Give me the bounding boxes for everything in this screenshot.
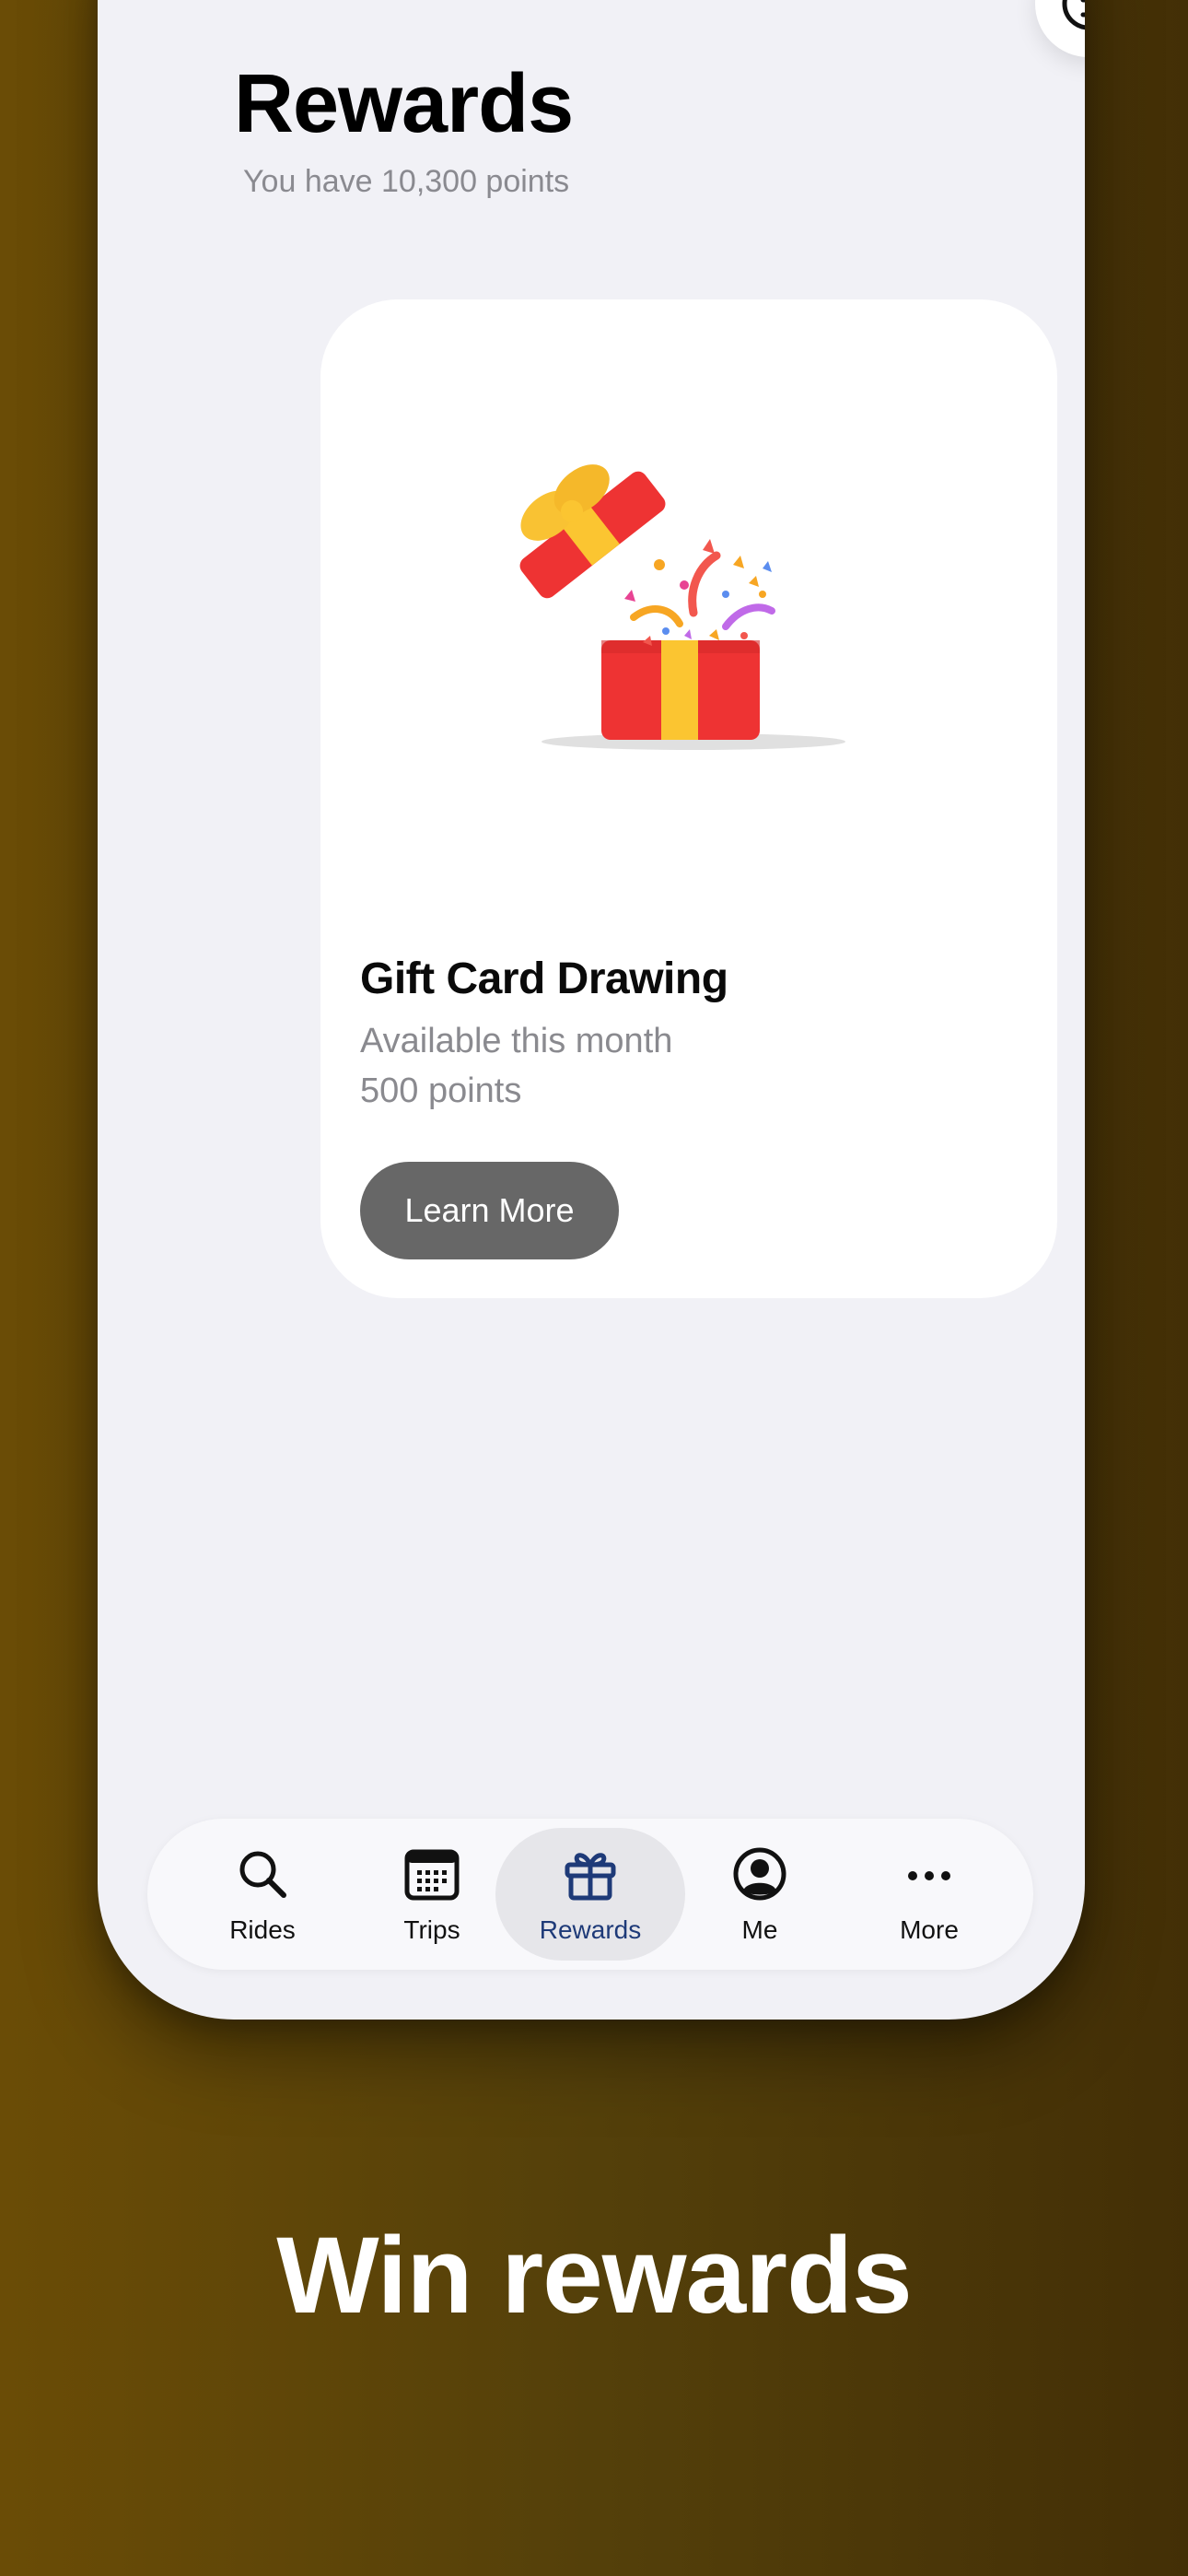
tab-me[interactable]: Me — [665, 1828, 855, 1961]
phone-screen: Rewards You have 10,300 points Gift Card… — [98, 0, 1085, 2020]
page-title: Rewards — [234, 58, 574, 150]
account-icon — [733, 1847, 786, 1901]
reward-title: Gift Card Drawing — [360, 954, 728, 1003]
info-button[interactable] — [1035, 0, 1085, 57]
tab-rewards[interactable]: Rewards — [495, 1828, 685, 1961]
more-icon — [908, 1871, 950, 1880]
tab-bar: Rides Trips Rewards Me More — [147, 1819, 1033, 1970]
tab-more[interactable]: More — [834, 1828, 1024, 1961]
tab-label: More — [900, 1915, 959, 1944]
search-icon — [239, 1851, 286, 1898]
learn-more-button[interactable]: Learn More — [360, 1162, 619, 1259]
tab-label: Rides — [229, 1915, 296, 1944]
calendar-icon — [404, 1849, 460, 1901]
reward-card[interactable]: Gift Card Drawing Available this month 5… — [320, 299, 1057, 1298]
gift-box-icon — [519, 464, 845, 750]
info-icon — [1062, 0, 1085, 30]
gift-icon — [565, 1853, 616, 1901]
tab-label: Rewards — [539, 1915, 642, 1944]
tab-label: Me — [741, 1915, 778, 1944]
promo-headline: Win rewards — [276, 2215, 913, 2336]
reward-cost: 500 points — [360, 1071, 522, 1110]
points-balance: You have 10,300 points — [243, 164, 570, 199]
reward-availability: Available this month — [360, 1022, 673, 1060]
tab-rides[interactable]: Rides — [168, 1828, 357, 1961]
